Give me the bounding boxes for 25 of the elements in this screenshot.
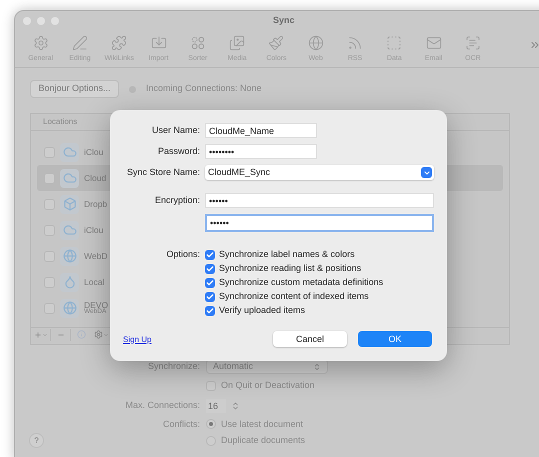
location-name: Dropb (84, 200, 108, 208)
checkbox-label: Verify uploaded items (219, 304, 306, 317)
location-name: Local (84, 278, 104, 286)
checkbox-label: Synchronize content of indexed items (219, 290, 369, 303)
incoming-connections-text: Incoming Connections: None (146, 82, 262, 96)
radio-label: Use latest document (221, 418, 304, 430)
window-title: Sync (273, 14, 295, 28)
location-name: DEVO (84, 300, 108, 309)
field-label: Encryption: (154, 194, 200, 207)
field-label: Password: (156, 145, 200, 158)
checkbox-label: On Quit or Deactivation (221, 379, 315, 392)
checkbox-label: Synchronize label names & colors (219, 248, 355, 261)
field-label: Options: (165, 248, 200, 261)
location-name: iClou (84, 226, 104, 234)
field-label: Sync Store Name: (126, 166, 200, 179)
field-label: Max. Connections: (124, 398, 200, 412)
column-header: Locations (43, 116, 78, 128)
radio-label: Duplicate documents (221, 434, 306, 447)
field-label: User Name: (150, 124, 200, 137)
location-name: Cloud (84, 174, 106, 182)
checkbox-label: Synchronize reading list & positions (219, 262, 362, 275)
location-name: iClou (84, 148, 104, 156)
location-name: WebD (84, 252, 108, 260)
field-label: Conflicts: (162, 418, 200, 430)
checkbox-label: Synchronize custom metadata definitions (219, 276, 384, 289)
